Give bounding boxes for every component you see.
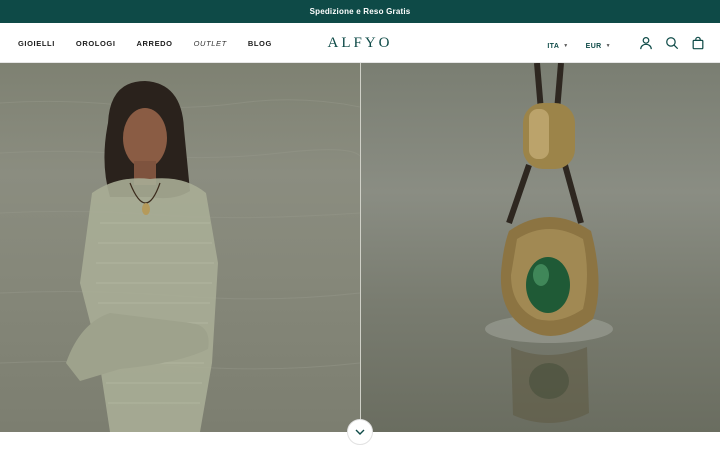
chevron-down-icon: ▼ — [563, 43, 569, 49]
language-selector[interactable]: ITA ▼ — [547, 43, 568, 50]
hero-image-right[interactable] — [361, 63, 720, 432]
hero-image-left[interactable] — [0, 63, 361, 432]
search-icon[interactable] — [664, 35, 680, 51]
bag-icon[interactable] — [690, 35, 706, 51]
main-nav: GIOIELLI OROLOGI ARREDO OUTLET BLOG — [18, 23, 293, 63]
site-header: GIOIELLI OROLOGI ARREDO OUTLET BLOG ALFY… — [0, 23, 720, 63]
account-icon[interactable] — [638, 35, 654, 51]
chevron-down-icon — [355, 429, 365, 435]
nav-item-arredo[interactable]: ARREDO — [137, 39, 173, 48]
announcement-text: Spedizione e Reso Gratis — [309, 7, 411, 16]
currency-value: EUR — [585, 42, 602, 50]
logo[interactable]: ALFYO — [327, 35, 392, 52]
hero-banner — [0, 63, 720, 432]
currency-selector[interactable]: EUR ▼ — [586, 43, 611, 50]
header-actions: ITA ▼ EUR ▼ — [547, 23, 706, 63]
language-value: ITA — [547, 42, 560, 50]
nav-item-orologi[interactable]: OROLOGI — [76, 39, 116, 48]
nav-item-blog[interactable]: BLOG — [248, 39, 272, 48]
nav-item-gioielli[interactable]: GIOIELLI — [18, 39, 55, 48]
chevron-down-icon: ▼ — [605, 43, 611, 49]
nav-item-outlet[interactable]: OUTLET — [194, 39, 227, 48]
announcement-bar: Spedizione e Reso Gratis — [0, 0, 720, 23]
scroll-down-button[interactable] — [347, 419, 373, 445]
